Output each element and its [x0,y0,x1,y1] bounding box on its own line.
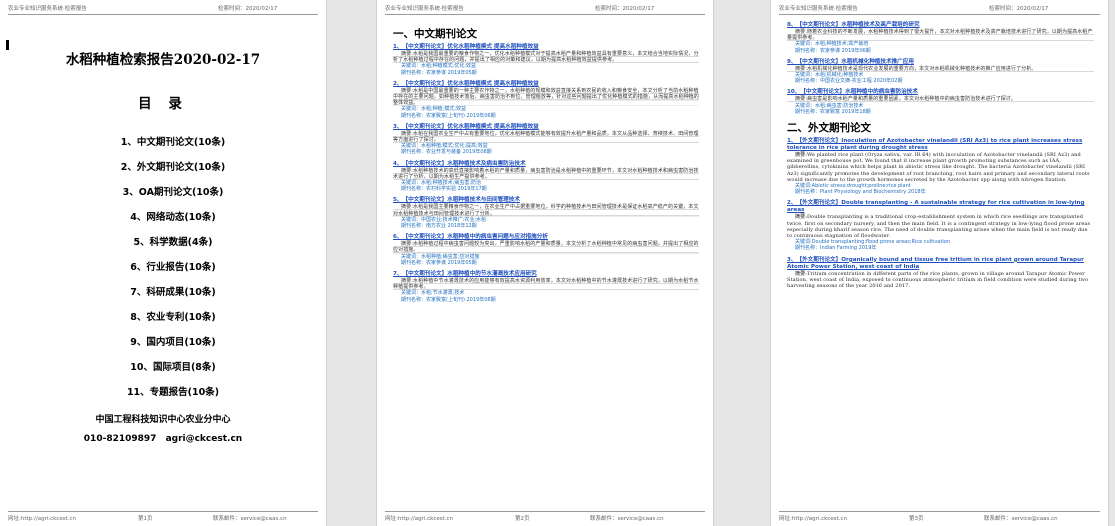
results-page-2: 农业专业知识服务系统·检索报告 检索时间：2020/02/17 一、中文期刊论文 … [377,0,713,526]
organization-name: 中国工程科技知识中心农业分中心 [95,415,231,425]
article-source: 期刊名称：农家参谋 2019年05期 [401,69,477,76]
article-source: 期刊名称：农家致富 2019年18期 [795,108,871,115]
page-footer: 网址:http://agri.ckcest.cn 第2页 联系邮件：service@… [385,511,705,522]
article-source: 期刊名称：Indian Farming 2019年 [795,245,877,252]
section-heading: 一、中文期刊论文 [393,28,477,40]
article-entry: 3、【外文期刊论文】Organically bound and tissue f… [787,257,1094,290]
header-right-text: 检索时间：2020/02/17 [218,6,278,12]
article-entry: 4、【中文期刊论文】水稻种植技术及病虫害防治技术 摘要:水稻种植技术的高低直接影响… [393,161,699,193]
article-entry: 1、【中文期刊论文】优化水稻种植模式 提高水稻种植效益 摘要:水稻是我国最重要的粮… [393,44,699,76]
article-abstract: 摘要:水稻在我国农业生产中占有重要地位，优化水稻种植模式能够有效提升水稻产量和品… [393,130,699,144]
article-entry: 3、【中文期刊论文】优化水稻种植模式 提高水稻种植效益 摘要:水稻在我国农业生产中… [393,124,699,156]
table-of-contents: 1、中文期刊论文(10条) 2、外文期刊论文(10条) 3、OA期刊论文(10条… [0,136,326,411]
toc-item[interactable]: 5、科学数据(4条) [0,236,326,261]
article-source: 期刊名称：南方农业 2018年12期 [401,223,477,230]
header-left-text: 农业专业知识服务系统·检索报告 [8,6,87,12]
article-title-link[interactable]: 2、【外文期刊论文】Double transplanting - A susta… [787,200,1094,214]
toc-item[interactable]: 3、OA期刊论文(10条) [0,186,326,211]
article-title-link[interactable]: 9、【中文期刊论文】水稻机械化种植技术推广应用 [787,59,1094,66]
article-abstract: 摘要:水稻种植中节水灌溉技术的应用能够有效提高水资源利用效率，本文对水稻种植中的… [393,278,699,291]
footer-url: 网址:http://agri.ckcest.cn [8,516,76,522]
article-entry: 6、【中文期刊论文】水稻种植中的病虫害问题与应对措施分析 摘要:水稻种植过程中病虫… [393,234,699,266]
article-abstract: 摘要:随着农业科技的不断发展，水稻种植技术得到了很大提升，本文对水稻种植技术及高… [787,29,1094,42]
phone-number: 010-82109897 [83,434,157,444]
cover-page: 农业专业知识服务系统·检索报告 检索时间：2020/02/17 水稻种植检索报告2… [0,0,326,526]
footer-page-number: 第3页 [909,516,924,522]
article-entry: 1、【外文期刊论文】Inoculation of Azotobacter vin… [787,138,1094,195]
page-footer: 网址:http://agri.ckcest.cn 第1页 联系邮件：service@… [8,511,318,522]
article-list: 1、【中文期刊论文】优化水稻种植模式 提高水稻种植效益 摘要:水稻是我国最重要的粮… [393,44,699,303]
toc-title: 目 录 [138,96,188,112]
page-footer: 网址:http://agri.ckcest.cn 第3页 联系邮件：service@… [779,511,1100,522]
header-right-text: 检索时间：2020/02/17 [989,6,1049,12]
article-abstract: 摘要:We planted rice plant (Oryza sativa, … [787,152,1090,183]
article-abstract: 摘要:Double transplanting is a traditional… [787,214,1091,240]
article-abstract: 摘要:水稻种植技术的高低直接影响着水稻的产量和质量，病虫害防治是水稻种植中的重要… [393,167,699,181]
email-address[interactable]: agri@ckcest.cn [166,434,243,444]
footer-email: 联系邮件：service@caas.cn [984,516,1058,522]
header-left-text: 农业专业知识服务系统·检索报告 [779,6,858,12]
article-abstract: 摘要:水稻种植过程中病虫害问题较为突出，严重影响水稻的产量和质量，本文分析了水稻… [393,241,699,254]
toc-item[interactable]: 7、科研成果(10条) [0,286,326,311]
toc-item[interactable]: 10、国际项目(8条) [0,361,326,386]
footer-page-number: 第1页 [138,516,153,522]
toc-item[interactable]: 2、外文期刊论文(10条) [0,161,326,186]
article-entry: 5、【中文期刊论文】水稻种植技术与田间管理技术 摘要:水稻是我国主要粮食作物之一，… [393,197,699,229]
article-abstract: 摘要:Tritium concentration in different pa… [787,270,1089,290]
footer-email: 联系邮件：service@caas.cn [590,516,664,522]
article-entry: 7、【中文期刊论文】水稻种植中的节水灌溉技术应用研究 摘要:水稻种植中节水灌溉技术… [393,271,699,303]
toc-item[interactable]: 8、农业专利(10条) [0,311,326,336]
page-content: 8、【中文期刊论文】水稻种植技术及高产栽培的研究 摘要:随着农业科技的不断发展，水… [787,22,1094,294]
article-entry: 9、【中文期刊论文】水稻机械化种植技术推广应用 摘要:水稻机械化种植技术是现代农业… [787,59,1094,85]
article-title-link[interactable]: 1、【中文期刊论文】优化水稻种植模式 提高水稻种植效益 [393,44,699,51]
header-right-text: 检索时间：2020/02/17 [595,6,655,12]
article-source: 期刊名称：农业开发与装备 2019年08期 [401,149,492,156]
article-source: 期刊名称：农村科学实验 2019年17期 [401,186,487,193]
footer-url: 网址:http://agri.ckcest.cn [779,516,847,522]
article-entry: 8、【中文期刊论文】水稻种植技术及高产栽培的研究 摘要:随着农业科技的不断发展，水… [787,22,1094,54]
article-abstract: 摘要:水稻是我国主要粮食作物之一，在农业生产中占据重要地位，科学的种植技术与田间… [393,204,699,217]
page-content: 一、中文期刊论文 1、【中文期刊论文】优化水稻种植模式 提高水稻种植效益 摘要:水… [393,22,699,308]
article-entry: 2、【外文期刊论文】Double transplanting - A susta… [787,200,1094,251]
article-title-link[interactable]: 4、【中文期刊论文】水稻种植技术及病虫害防治技术 [393,161,699,168]
article-source: 期刊名称：农家致富(上旬刊) 2019年08期 [401,296,496,303]
page-header: 农业专业知识服务系统·检索报告 检索时间：2020/02/17 [779,4,1100,15]
article-source: 期刊名称：农家致富(上旬刊) 2019年06期 [401,112,496,119]
article-title-link[interactable]: 3、【外文期刊论文】Organically bound and tissue f… [787,257,1094,271]
article-title-link[interactable]: 2、【中文期刊论文】优化水稻种植模式 提高水稻种植效益 [393,81,699,88]
article-entry: 2、【中文期刊论文】优化水稻种植模式 提高水稻种植效益 摘要:水稻是中国最重要的一… [393,81,699,119]
toc-item[interactable]: 1、中文期刊论文(10条) [0,136,326,161]
results-page-3: 农业专业知识服务系统·检索报告 检索时间：2020/02/17 8、【中文期刊论文… [771,0,1108,526]
article-source: 期刊名称：农家参谋 2019年05期 [401,259,477,266]
contact-line: 010-82109897 agri@ckcest.cn [0,434,326,444]
toc-item[interactable]: 4、网络动态(10条) [0,211,326,236]
article-source: 期刊名称：中国农业文摘-农业工程 2020年02期 [795,78,903,85]
footer-url: 网址:http://agri.ckcest.cn [385,516,453,522]
report-title: 水稻种植检索报告2020-02-17 [65,52,261,68]
article-source: 期刊名称：Plant Physiology and Biochemistry 2… [795,189,926,196]
header-left-text: 农业专业知识服务系统·检索报告 [385,6,464,12]
article-entry: 10、【中文期刊论文】水稻种植中的病虫害防治技术 摘要:病虫害是影响水稻产量和质量… [787,89,1094,115]
toc-item[interactable]: 9、国内项目(10条) [0,336,326,361]
article-title-link[interactable]: 8、【中文期刊论文】水稻种植技术及高产栽培的研究 [787,22,1094,29]
article-source: 期刊名称：农家参谋 2019年06期 [795,47,871,54]
footer-email: 联系邮件：service@caas.cn [213,516,287,522]
foreign-article-list: 1、【外文期刊论文】Inoculation of Azotobacter vin… [787,138,1094,289]
footer-page-number: 第2页 [515,516,530,522]
article-abstract: 摘要:水稻是中国最重要的一种主要农作物之一，水稻种植的规模和效益直接关系到农民的… [393,87,700,107]
article-title-link[interactable]: 3、【中文期刊论文】优化水稻种植模式 提高水稻种植效益 [393,124,699,131]
article-list: 8、【中文期刊论文】水稻种植技术及高产栽培的研究 摘要:随着农业科技的不断发展，水… [787,22,1094,115]
toc-item[interactable]: 11、专题报告(10条) [0,386,326,411]
section-heading: 二、外文期刊论文 [787,122,871,135]
toc-item[interactable]: 6、行业报告(10条) [0,261,326,286]
page-header: 农业专业知识服务系统·检索报告 检索时间：2020/02/17 [385,4,705,15]
article-title-link[interactable]: 1、【外文期刊论文】Inoculation of Azotobacter vin… [787,138,1094,152]
article-abstract: 摘要:水稻是我国最重要的粮食作物之一，优化水稻种植模式对于提高水稻产量和种植效益… [393,51,699,64]
page-header: 农业专业知识服务系统·检索报告 检索时间：2020/02/17 [8,4,318,15]
